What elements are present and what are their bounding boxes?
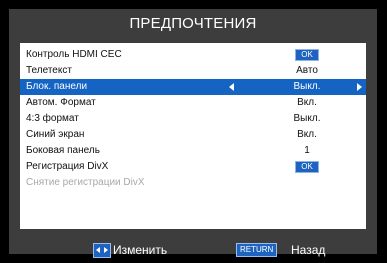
menu-item-label: Контроль HDMI CEC [26,49,122,60]
ok-button[interactable]: OK [295,49,319,61]
menu-item-side-panel[interactable]: Боковая панель 1 [20,143,366,159]
menu-item-value: Выкл. [293,81,321,92]
menu-item-label: Синий экран [26,129,85,140]
menu-item-hdmi-cec[interactable]: Контроль HDMI CEC OK [20,47,366,63]
menu-item-divx-deregistration: Снятие регистрации DivX [20,175,366,191]
menu-item-value: Выкл. [293,113,321,124]
menu-item-value: Авто [296,65,318,76]
menu-item-label: Регистрация DivX [26,161,109,172]
menu-item-label: Боковая панель [26,145,100,156]
menu-item-value: 1 [304,145,310,156]
menu-item-panel-lock[interactable]: Блок. панели Выкл. [20,79,366,95]
menu-bottom-strip [20,229,366,235]
back-hint: Назад [291,243,326,257]
menu-item-label: Блок. панели [26,81,88,92]
menu-item-value: Вкл. [297,129,317,140]
menu-item-value: Вкл. [297,97,317,108]
ok-button[interactable]: OK [295,161,319,173]
menu-item-blue-screen[interactable]: Синий экран Вкл. [20,127,366,143]
menu-item-label: Автом. Формат [26,97,96,108]
menu-item-teletext[interactable]: Телетекст Авто [20,63,366,79]
left-right-nav-icon [93,243,111,258]
menu-item-label: Телетекст [26,65,72,76]
change-hint: Изменить [113,243,168,257]
arrow-left-icon[interactable] [229,83,234,91]
menu-item-4-3-format[interactable]: 4:3 формат Выкл. [20,111,366,127]
menu-item-auto-format[interactable]: Автом. Формат Вкл. [20,95,366,111]
page-title: ПРЕДПОЧТЕНИЯ [129,15,257,32]
menu-item-label: 4:3 формат [26,113,79,124]
arrow-right-icon[interactable] [357,83,362,91]
preferences-list: Контроль HDMI CEC OK Телетекст Авто Блок… [20,43,366,229]
menu-item-divx-registration[interactable]: Регистрация DivX OK [20,159,366,175]
return-button[interactable]: RETURN [236,243,278,257]
menu-item-label: Снятие регистрации DivX [26,177,145,188]
help-bar: Изменить RETURN Назад [9,240,377,260]
